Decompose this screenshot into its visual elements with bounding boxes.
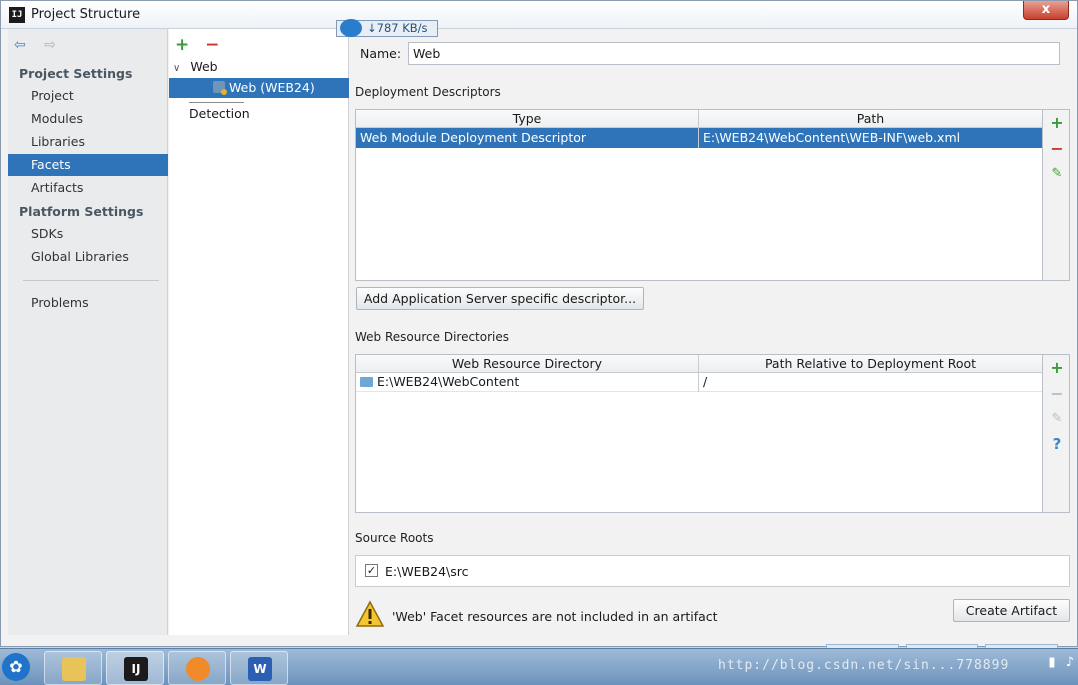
taskbar-toolbox[interactable] [168, 651, 226, 685]
intellij-app-icon: IJ [9, 7, 25, 23]
source-root-checkbox[interactable]: ✓ [365, 564, 378, 577]
sidebar-item-modules[interactable]: Modules [8, 108, 168, 130]
facet-tree-panel: + − ∨ Web Web (WEB24) Detection [169, 29, 349, 635]
remove-facet-icon[interactable]: − [205, 35, 219, 55]
sidebar-item-project[interactable]: Project [8, 85, 168, 107]
sidebar-item-global-libraries[interactable]: Global Libraries [8, 246, 168, 268]
create-artifact-button[interactable]: Create Artifact [953, 599, 1070, 622]
web-facet-icon [213, 81, 227, 95]
warning-message: 'Web' Facet resources are not included i… [392, 609, 718, 624]
add-facet-icon[interactable]: + [175, 35, 189, 55]
web-resource-table[interactable]: Web Resource Directory Path Relative to … [355, 354, 1043, 513]
web-resource-directories-title: Web Resource Directories [355, 330, 509, 344]
deployment-descriptors-title: Deployment Descriptors [355, 85, 501, 99]
add-server-descriptor-button[interactable]: Add Application Server specific descript… [356, 287, 644, 310]
directory-path: E:\WEB24\WebContent [377, 374, 520, 389]
cell-directory: E:\WEB24\WebContent [356, 372, 699, 392]
group-title-label: Source Roots [355, 531, 434, 545]
project-settings-header: Project Settings [19, 66, 133, 81]
volume-icon[interactable]: ♪ [1066, 655, 1074, 670]
web-resource-toolbar: + − ✎ ? [1043, 354, 1070, 513]
taskbar-intellij[interactable]: IJ [106, 651, 164, 685]
edit-descriptor-icon[interactable]: ✎ [1049, 166, 1065, 181]
chevron-down-icon[interactable]: ∨ [173, 63, 180, 74]
toolbox-icon [186, 657, 210, 681]
sidebar-item-libraries[interactable]: Libraries [8, 131, 168, 153]
network-speed-widget: ↓787 KB/s [336, 19, 438, 37]
tree-toolbar: + − [175, 35, 219, 55]
system-tray: ▮ ♪ [1042, 655, 1074, 670]
add-resource-icon[interactable]: + [1049, 358, 1065, 377]
table-header: Web Resource Directory Path Relative to … [356, 355, 1042, 373]
sidebar-item-artifacts[interactable]: Artifacts [8, 177, 168, 199]
name-input[interactable]: Web [408, 42, 1060, 65]
column-header-type[interactable]: Type [356, 110, 699, 128]
deployment-descriptors-table[interactable]: Type Path Web Module Deployment Descript… [355, 109, 1043, 281]
close-button[interactable]: x [1023, 1, 1069, 20]
sidebar-item-problems[interactable]: Problems [8, 292, 168, 314]
title-bar: IJ Project Structure x [1, 1, 1077, 29]
settings-sidebar: ⇦ ⇨ Project Settings Project Modules Lib… [8, 29, 168, 635]
table-row[interactable]: E:\WEB24\WebContent / [356, 372, 1042, 392]
sidebar-divider [23, 280, 159, 281]
tree-node-detection[interactable]: Detection [189, 104, 250, 124]
edit-resource-icon[interactable]: ✎ [1049, 411, 1065, 426]
column-header-web-resource-directory[interactable]: Web Resource Directory [356, 355, 699, 373]
folder-icon [62, 657, 86, 681]
taskbar-explorer[interactable] [44, 651, 102, 685]
source-roots-title: Source Roots [355, 531, 433, 545]
start-orb-icon[interactable]: ✿ [2, 653, 30, 681]
tree-node-label: Web [190, 59, 218, 74]
network-speed-value: ↓787 KB/s [367, 21, 428, 35]
cell-relative-path: / [703, 374, 708, 389]
forward-arrow-icon[interactable]: ⇨ [44, 37, 56, 53]
tree-node-web-web24[interactable]: Web (WEB24) [169, 78, 349, 98]
download-icon [340, 19, 362, 37]
source-roots-list: ✓ E:\WEB24\src [355, 555, 1070, 587]
nav-arrows: ⇦ ⇨ [14, 37, 70, 53]
table-row[interactable]: Web Module Deployment Descriptor E:\WEB2… [356, 128, 1042, 148]
group-title-label: Web Resource Directories [355, 330, 509, 344]
intellij-icon: IJ [124, 657, 148, 681]
window-title: Project Structure [31, 7, 141, 22]
facet-settings-panel: Name: Web Deployment Descriptors Type Pa… [350, 29, 1077, 635]
word-icon: W [248, 657, 272, 681]
add-descriptor-icon[interactable]: + [1049, 113, 1065, 132]
name-label: Name: [360, 46, 402, 61]
remove-descriptor-icon[interactable]: − [1049, 139, 1065, 158]
remove-resource-icon[interactable]: − [1049, 384, 1065, 403]
tree-node-web[interactable]: ∨ Web [173, 57, 218, 77]
column-header-path[interactable]: Path [699, 110, 1042, 128]
network-icon[interactable]: ▮ [1048, 655, 1055, 670]
source-root-path: E:\WEB24\src [385, 564, 469, 579]
watermark-text: http://blog.csdn.net/sin...778899 [718, 658, 1010, 673]
cell-type: Web Module Deployment Descriptor [356, 128, 699, 148]
cell-path: E:\WEB24\WebContent\WEB-INF\web.xml [703, 130, 961, 145]
project-structure-window: IJ Project Structure x ⇦ ⇨ Project Setti… [0, 0, 1078, 647]
sidebar-item-facets[interactable]: Facets [8, 154, 168, 176]
table-header: Type Path [356, 110, 1042, 128]
back-arrow-icon[interactable]: ⇦ [14, 37, 26, 53]
tree-node-label: Web (WEB24) [229, 80, 315, 95]
deployment-toolbar: + − ✎ [1043, 109, 1070, 281]
group-title-label: Deployment Descriptors [355, 85, 501, 99]
platform-settings-header: Platform Settings [19, 204, 144, 219]
sidebar-item-sdks[interactable]: SDKs [8, 223, 168, 245]
folder-icon [360, 377, 373, 387]
taskbar-word[interactable]: W [230, 651, 288, 685]
help-icon[interactable]: ? [1049, 435, 1065, 453]
tree-divider [189, 102, 244, 103]
warning-icon [355, 600, 385, 627]
column-header-path-relative[interactable]: Path Relative to Deployment Root [699, 355, 1042, 373]
